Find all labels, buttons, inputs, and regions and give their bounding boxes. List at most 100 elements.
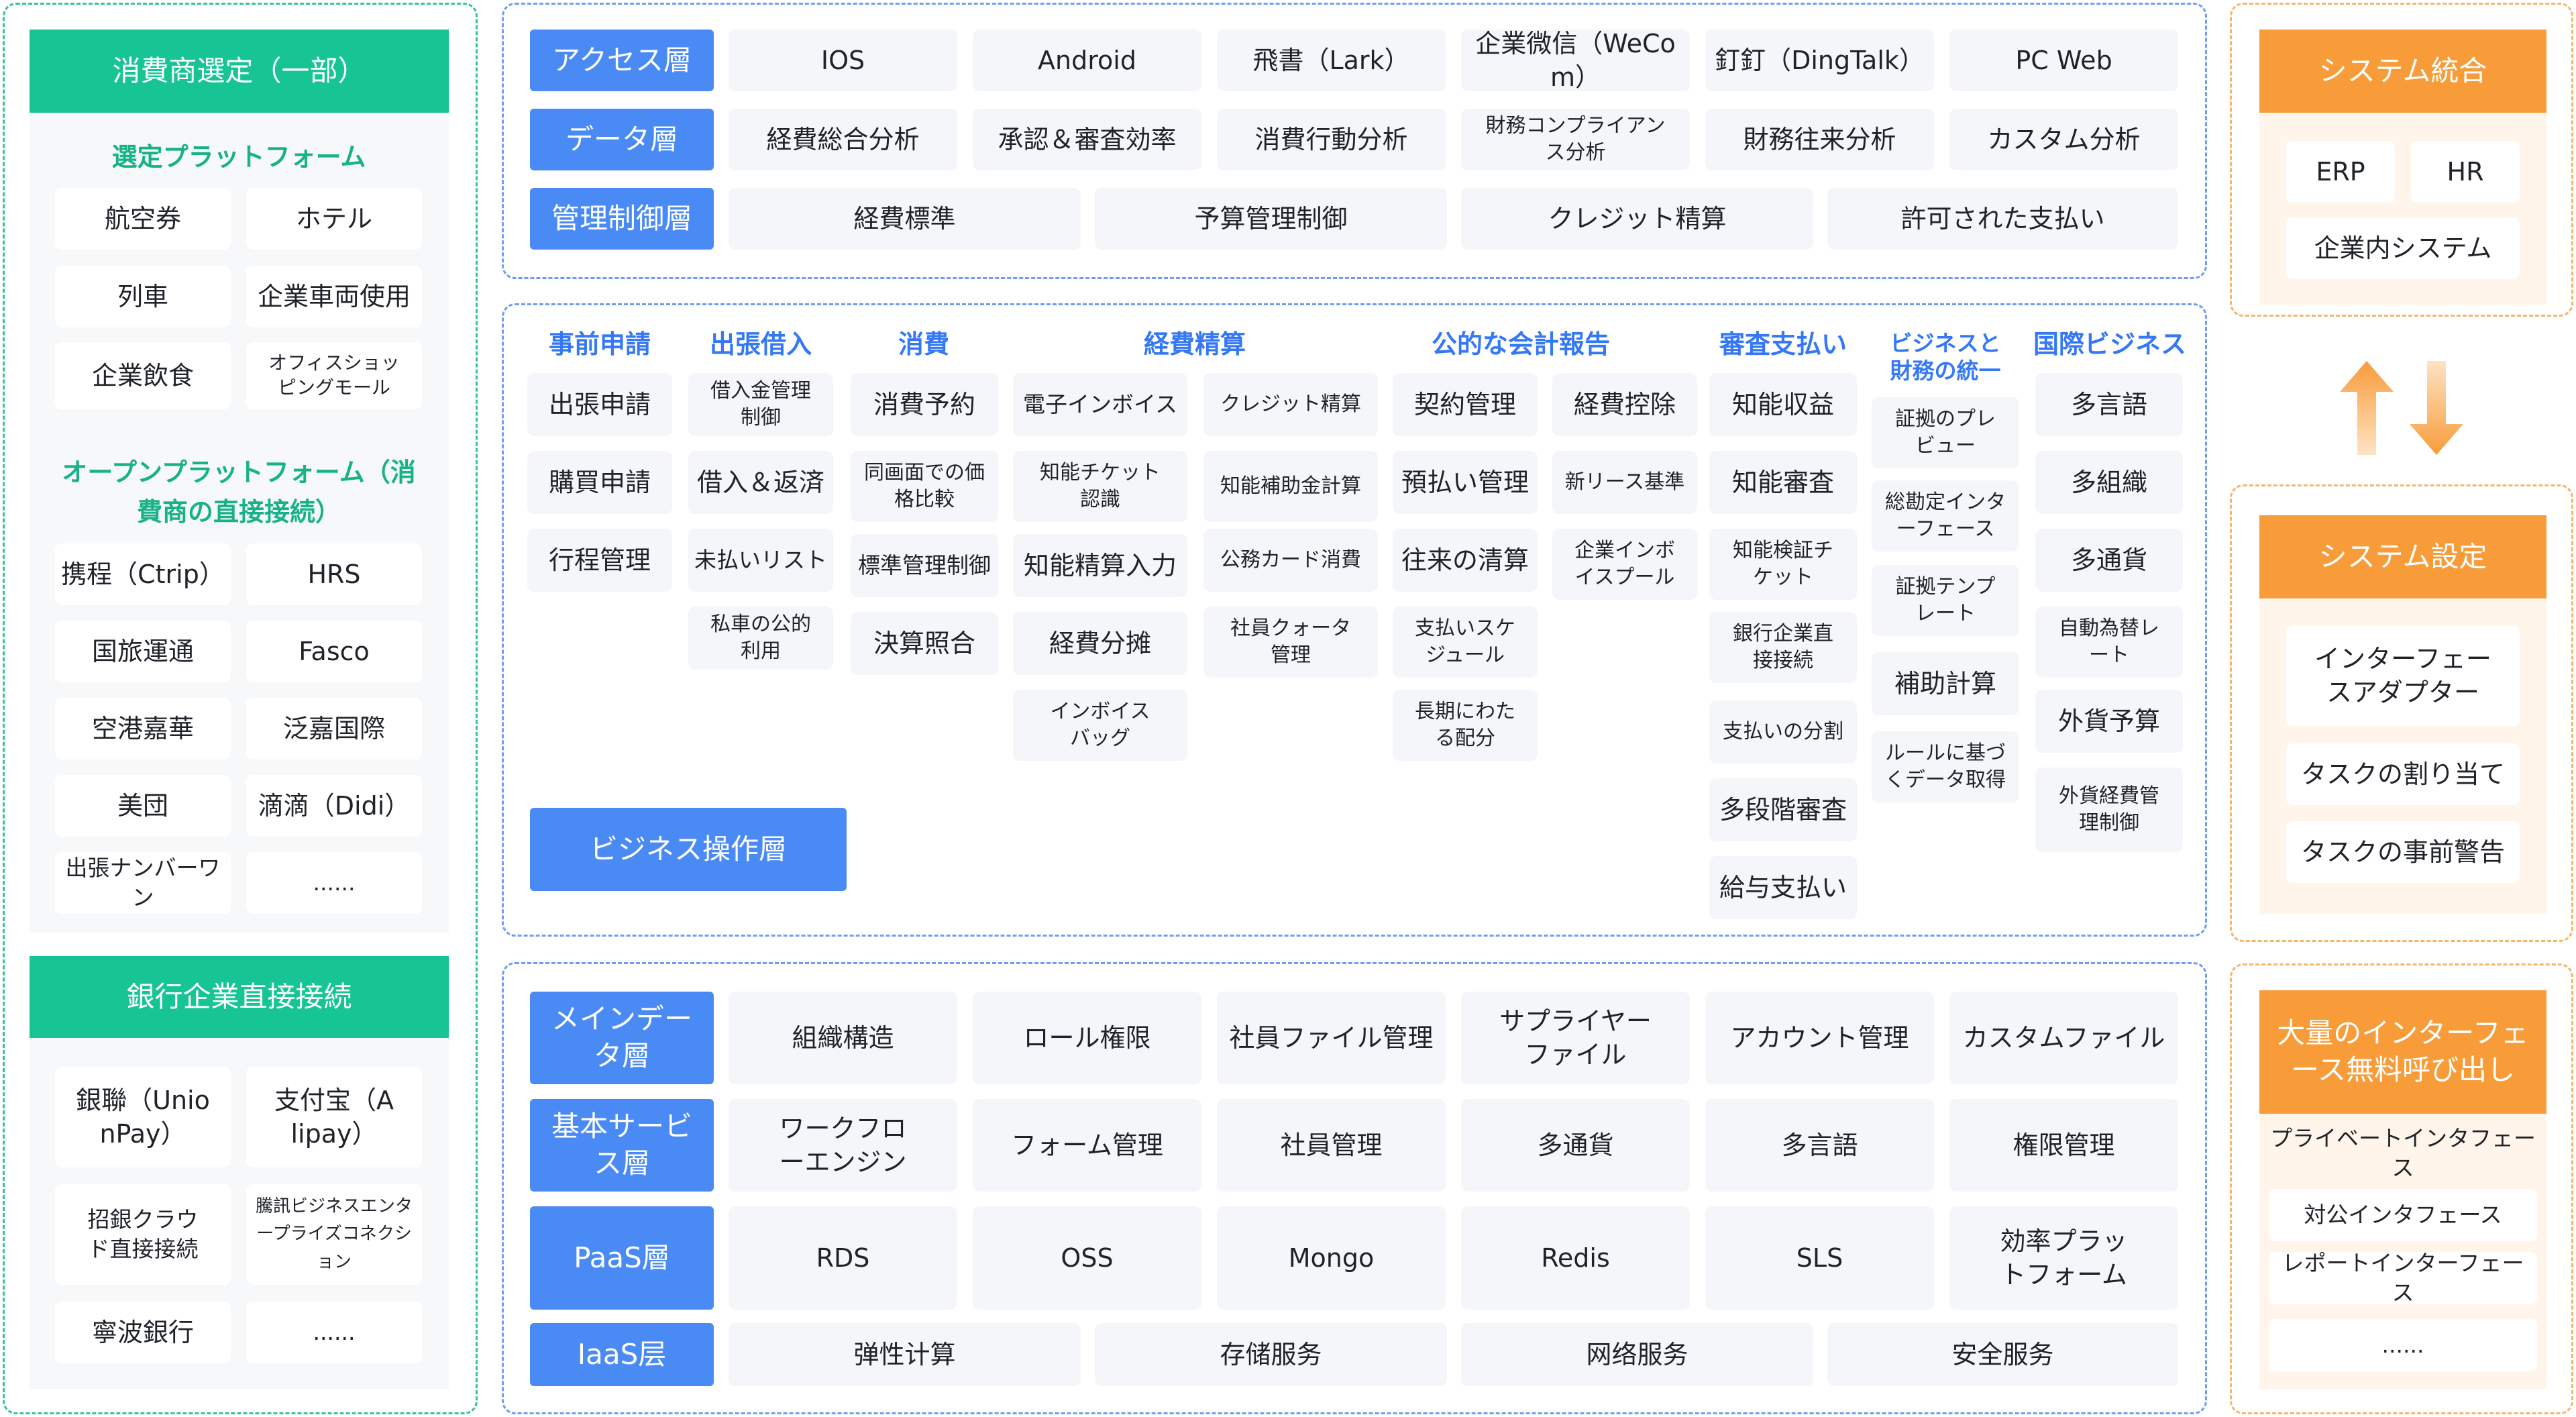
col-header-consumption: 消費 xyxy=(898,329,949,360)
business-item: 知能審査 xyxy=(1709,451,1857,514)
data-item: 消費行動分析 xyxy=(1217,109,1446,170)
open-item: ...... xyxy=(246,852,422,914)
open-item: 国旅運通 xyxy=(55,621,231,682)
paas-item: Mongo xyxy=(1217,1206,1446,1310)
integration-item: HR xyxy=(2411,141,2520,203)
business-item: 経費分摊 xyxy=(1013,612,1187,675)
business-item: 証拠テンプレート xyxy=(1872,565,2019,636)
paas-item: SLS xyxy=(1705,1206,1934,1310)
open-item: 泛嘉国際 xyxy=(246,698,422,759)
api-title: 大量のインターフェース無料呼び出し xyxy=(2259,990,2546,1114)
business-item: 知能補助金計算 xyxy=(1203,451,1378,522)
master-item: 組織構造 xyxy=(729,992,957,1084)
selected-platform-title: 選定プラットフォーム xyxy=(111,142,366,172)
business-item: クレジット精算 xyxy=(1203,373,1378,436)
bank-item: 支付宝（Alipay） xyxy=(246,1067,422,1167)
master-item: サプライヤーファイル xyxy=(1461,992,1690,1084)
master-data-layer-label: メインデータ層 xyxy=(530,992,714,1084)
basic-item: 権限管理 xyxy=(1949,1099,2178,1192)
business-item: 電子インボイス xyxy=(1013,373,1187,436)
iaas-item: 网络服务 xyxy=(1461,1323,1813,1386)
business-item: 知能精算入力 xyxy=(1013,534,1187,597)
business-item: 補助計算 xyxy=(1872,652,2019,715)
master-item: 社員ファイル管理 xyxy=(1217,992,1446,1084)
selected-item: 企業飲食 xyxy=(55,342,231,409)
business-item: 未払いリスト xyxy=(688,529,833,592)
business-item: 借入金管理制御 xyxy=(688,373,833,436)
business-item: 借入＆返済 xyxy=(688,451,833,514)
access-item: IOS xyxy=(729,30,957,91)
master-item: カスタムファイル xyxy=(1949,992,2178,1084)
data-item: 経費総合分析 xyxy=(729,109,957,170)
business-item: 多段階審査 xyxy=(1709,778,1857,841)
business-item: 外貨経費管理制御 xyxy=(2035,768,2183,852)
business-item: 支払いスケジュール xyxy=(1393,607,1538,678)
business-item: 多言語 xyxy=(2035,373,2183,436)
bank-item: 招銀クラウド直接接続 xyxy=(55,1184,231,1285)
basic-item: ワークフローエンジン xyxy=(729,1099,957,1192)
open-item: 空港嘉華 xyxy=(55,698,231,759)
iaas-item: 弹性计算 xyxy=(729,1323,1081,1386)
api-item: ...... xyxy=(2269,1319,2537,1371)
business-item: 公務カード消費 xyxy=(1203,529,1378,592)
business-item: インボイスバッグ xyxy=(1013,690,1187,761)
basic-item: 多通貨 xyxy=(1461,1099,1690,1192)
business-item: 行程管理 xyxy=(527,529,672,592)
open-item: 携程（Ctrip） xyxy=(55,543,231,605)
paas-item: OSS xyxy=(973,1206,1201,1310)
business-item: 私車の公的利用 xyxy=(688,607,833,670)
business-item: 決算照合 xyxy=(851,612,998,675)
access-item: PC Web xyxy=(1949,30,2178,91)
business-layer-label: ビジネス操作層 xyxy=(530,808,847,891)
access-item: 飛書（Lark） xyxy=(1217,30,1446,91)
open-platform-title: オープンプラットフォーム（消費商の直接接続） xyxy=(62,458,416,527)
selected-item: 航空券 xyxy=(55,188,231,250)
mgmt-item: 許可された支払い xyxy=(1827,188,2178,250)
iaas-layer-label: IaaS层 xyxy=(530,1323,714,1386)
integration-item: 企業内システム xyxy=(2286,217,2520,279)
settings-item: インターフェースアダプター xyxy=(2286,625,2520,726)
paas-layer-label: PaaS層 xyxy=(530,1206,714,1310)
business-item: ルールに基づくデータ取得 xyxy=(1872,731,2019,802)
settings-item: タスクの割り当て xyxy=(2286,743,2520,805)
business-item: 経費控除 xyxy=(1552,373,1697,436)
selected-item: 列車 xyxy=(55,266,231,327)
business-item: 給与支払い xyxy=(1709,856,1857,919)
business-item: 長期にわたる配分 xyxy=(1393,690,1538,761)
business-item: 知能チケット認識 xyxy=(1013,451,1187,522)
selected-item: 企業車両使用 xyxy=(246,266,422,327)
business-item: 多組織 xyxy=(2035,451,2183,514)
iaas-item: 安全服务 xyxy=(1827,1323,2178,1386)
integration-item: ERP xyxy=(2286,141,2395,203)
col-header-pre-application: 事前申請 xyxy=(548,329,651,360)
bank-item: 銀聯（UnionPay） xyxy=(55,1067,231,1167)
access-item: Android xyxy=(973,30,1201,91)
business-item: 出張申請 xyxy=(527,373,672,436)
business-item: 消費予約 xyxy=(851,373,998,436)
col-header-international: 国際ビジネス xyxy=(2033,329,2186,360)
iaas-item: 存储服务 xyxy=(1095,1323,1447,1386)
sync-arrows-icon xyxy=(2340,361,2463,455)
data-item: 財務コンプライアンス分析 xyxy=(1461,109,1690,170)
access-item: 企業微信（WeCom） xyxy=(1461,29,1690,92)
paas-item: Redis xyxy=(1461,1206,1690,1310)
business-item: 銀行企業直接接続 xyxy=(1709,612,1857,683)
open-item: HRS xyxy=(246,543,422,605)
data-item: 財務往来分析 xyxy=(1705,109,1934,170)
data-item: 承認＆審査効率 xyxy=(973,109,1201,170)
business-item: 証拠のプレビュー xyxy=(1872,397,2019,468)
business-item: 支払いの分割 xyxy=(1709,700,1857,764)
mgmt-item: 予算管理制御 xyxy=(1095,188,1447,250)
basic-item: 社員管理 xyxy=(1217,1099,1446,1192)
bank-item: 寧波銀行 xyxy=(55,1302,231,1363)
basic-service-layer-label: 基本サービス層 xyxy=(530,1099,714,1192)
business-item: 往来の清算 xyxy=(1393,529,1538,592)
paas-item: 効率プラットフォーム xyxy=(1949,1206,2178,1310)
open-item: 美団 xyxy=(55,775,231,837)
integration-title: システム統合 xyxy=(2259,30,2546,113)
business-item: 購買申請 xyxy=(527,451,672,514)
api-item: 対公インタフェース xyxy=(2269,1189,2537,1241)
business-item: 総勘定インターフェース xyxy=(1872,480,2019,552)
col-header-expense: 経費精算 xyxy=(1143,329,1246,360)
business-item: 契約管理 xyxy=(1393,373,1538,436)
